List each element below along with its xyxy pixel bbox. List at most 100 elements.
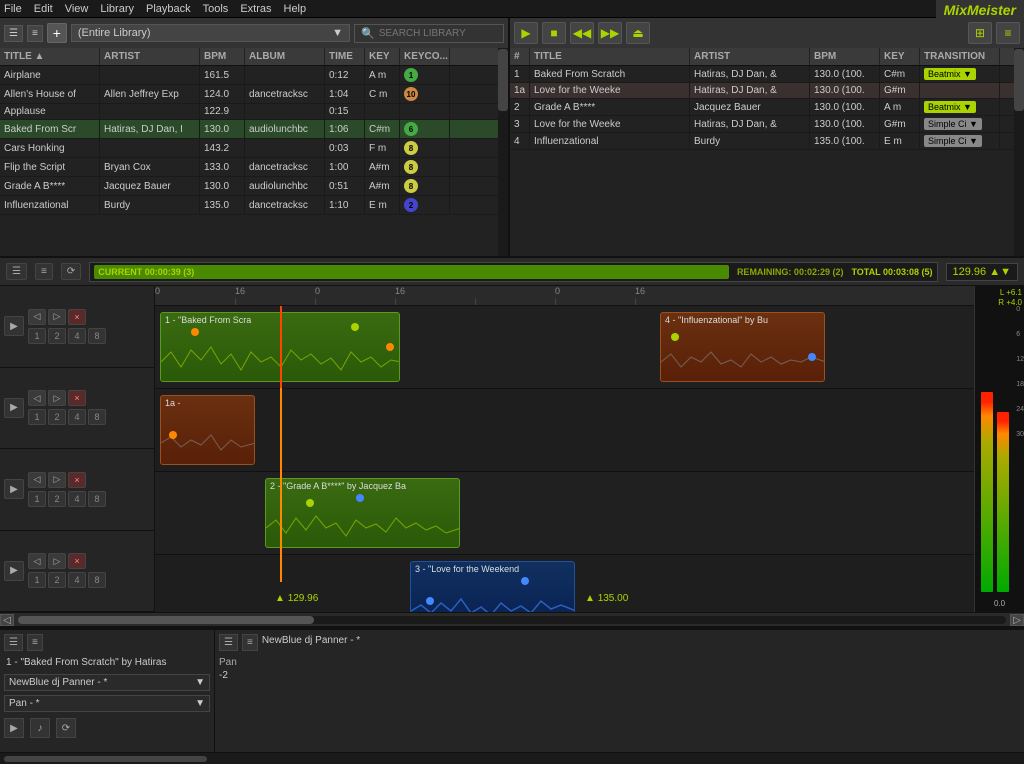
track-icon-1a[interactable]: ▶	[4, 398, 24, 418]
lib-menu-btn[interactable]: ☰	[4, 25, 23, 42]
tc-back-btn-2[interactable]: ◁	[28, 472, 46, 488]
search-input[interactable]	[379, 28, 489, 39]
library-add-button[interactable]: +	[47, 23, 67, 43]
tc-fwd-btn-2[interactable]: ▷	[48, 472, 66, 488]
track-block-influenzational[interactable]: 4 - "Influenzational" by Bu	[660, 312, 825, 382]
tc-close-btn-3[interactable]: ×	[68, 553, 86, 569]
play-button[interactable]: ▶	[514, 22, 538, 44]
curve-point-grade-2[interactable]	[356, 494, 364, 502]
curve-point-love-2[interactable]	[521, 577, 529, 585]
menu-edit[interactable]: Edit	[34, 3, 53, 15]
list-item-flip-the-script[interactable]: Flip the Script Bryan Cox 133.0 dancetra…	[0, 158, 498, 177]
playlist-view-btn[interactable]: ⊞	[968, 22, 992, 44]
tc-num-1a-4[interactable]: 4	[68, 409, 86, 425]
tc-num-2-2[interactable]: 2	[48, 491, 66, 507]
playlist-item[interactable]: 2 Grade A B**** Jacquez Bauer 130.0 (100…	[510, 99, 1014, 116]
loop-mini-btn[interactable]: ⟳	[56, 718, 76, 738]
list-item[interactable]: Grade A B**** Jacquez Bauer 130.0 audiol…	[0, 177, 498, 196]
library-scrollbar[interactable]	[498, 48, 508, 256]
plugin-dropdown-1[interactable]: NewBlue dj Panner - * ▼	[4, 674, 210, 691]
br-list-btn[interactable]: ≡	[242, 634, 258, 651]
library-dropdown[interactable]: (Entire Library) ▼	[71, 24, 350, 42]
curve-point-grade-1[interactable]	[306, 499, 314, 507]
curve-point-3[interactable]	[386, 343, 394, 351]
list-item[interactable]: Applause 122.9 0:15	[0, 104, 498, 120]
tc-close-btn-1a[interactable]: ×	[68, 390, 86, 406]
tc-num-1a-8[interactable]: 8	[88, 409, 106, 425]
tc-num-3-8[interactable]: 8	[88, 572, 106, 588]
tl-scroll-left[interactable]: ◁	[0, 614, 14, 626]
curve-point-2[interactable]	[351, 323, 359, 331]
menu-help[interactable]: Help	[284, 3, 307, 15]
tc-fwd-btn[interactable]: ▷	[48, 309, 66, 325]
menu-library[interactable]: Library	[100, 3, 134, 15]
tc-back-btn-1a[interactable]: ◁	[28, 390, 46, 406]
menu-extras[interactable]: Extras	[240, 3, 271, 15]
tc-back-btn[interactable]: ◁	[28, 309, 46, 325]
list-item[interactable]: Allen's House of Allen Jeffrey Exp 124.0…	[0, 85, 498, 104]
tc-num-3-4[interactable]: 4	[68, 572, 86, 588]
menu-tools[interactable]: Tools	[203, 3, 229, 15]
track-block-grade[interactable]: 2 - "Grade A B****" by Jacquez Ba	[265, 478, 460, 548]
menu-playback[interactable]: Playback	[146, 3, 191, 15]
play-mini-btn[interactable]: ▶	[4, 718, 24, 738]
tl-scroll-right[interactable]: ▷	[1010, 614, 1024, 626]
menu-file[interactable]: File	[4, 3, 22, 15]
track-icon-1[interactable]: ▶	[4, 316, 24, 336]
timeline-scroll-track[interactable]	[18, 616, 1006, 624]
curve-point-1a[interactable]	[169, 431, 177, 439]
tc-back-btn-3[interactable]: ◁	[28, 553, 46, 569]
tc-num-1[interactable]: 1	[28, 328, 46, 344]
track-icon-2[interactable]: ▶	[4, 479, 24, 499]
list-item[interactable]: Baked From Scr Hatiras, DJ Dan, I 130.0 …	[0, 120, 498, 139]
bottom-scroll-track[interactable]	[4, 756, 1020, 762]
track-block-love[interactable]: 3 - "Love for the Weekend	[410, 561, 575, 612]
library-search[interactable]: 🔍	[354, 24, 504, 43]
tl-loop-btn[interactable]: ⟳	[61, 263, 81, 280]
list-item[interactable]: Airplane 161.5 0:12 A m 1	[0, 66, 498, 85]
tc-fwd-btn-1a[interactable]: ▷	[48, 390, 66, 406]
tc-close-btn-2[interactable]: ×	[68, 472, 86, 488]
track-block-baked[interactable]: 1 - "Baked From Scra	[160, 312, 400, 382]
plugin-dropdown-2[interactable]: Pan - * ▼	[4, 695, 210, 712]
tc-num-4[interactable]: 4	[68, 328, 86, 344]
eject-button[interactable]: ⏏	[626, 22, 650, 44]
playlist-scrollbar[interactable]	[1014, 48, 1024, 256]
tc-num-2-1[interactable]: 1	[28, 491, 46, 507]
lib-list-btn[interactable]: ≡	[27, 25, 43, 42]
tc-num-2-8[interactable]: 8	[88, 491, 106, 507]
playlist-item[interactable]: 3 Love for the Weeke Hatiras, DJ Dan, & …	[510, 116, 1014, 133]
tl-list-btn[interactable]: ≡	[35, 263, 53, 280]
menu-view[interactable]: View	[65, 3, 89, 15]
track-icon-3[interactable]: ▶	[4, 561, 24, 581]
tc-num-2-4[interactable]: 4	[68, 491, 86, 507]
br-menu-btn[interactable]: ☰	[219, 634, 238, 651]
bl-menu-btn[interactable]: ☰	[4, 634, 23, 651]
tc-num-8[interactable]: 8	[88, 328, 106, 344]
list-item[interactable]: Cars Honking 143.2 0:03 F m 8	[0, 139, 498, 158]
prev-button[interactable]: ◀◀	[570, 22, 594, 44]
tc-num-2[interactable]: 2	[48, 328, 66, 344]
stop-button[interactable]: ■	[542, 22, 566, 44]
playlist-list-btn[interactable]: ≡	[996, 22, 1020, 44]
curve-point-1[interactable]	[191, 328, 199, 336]
tc-num-3-2[interactable]: 2	[48, 572, 66, 588]
track-block-1a[interactable]: 1a -	[160, 395, 255, 465]
bl-list-btn[interactable]: ≡	[27, 634, 43, 651]
tc-num-3-1[interactable]: 1	[28, 572, 46, 588]
tc-num-1a-2[interactable]: 2	[48, 409, 66, 425]
next-button[interactable]: ▶▶	[598, 22, 622, 44]
tc-num-1a-1[interactable]: 1	[28, 409, 46, 425]
curve-point-love-1[interactable]	[426, 597, 434, 605]
playlist-item[interactable]: 1 Baked From Scratch Hatiras, DJ Dan, & …	[510, 66, 1014, 83]
tc-close-btn[interactable]: ×	[68, 309, 86, 325]
tl-menu-btn[interactable]: ☰	[6, 263, 27, 280]
tc-fwd-btn-3[interactable]: ▷	[48, 553, 66, 569]
curve-point-inf-1[interactable]	[671, 333, 679, 341]
playlist-item[interactable]: 4 Influenzational Burdy 135.0 (100. E m …	[510, 133, 1014, 150]
curve-point-inf-2[interactable]	[808, 353, 816, 361]
playlist-item[interactable]: 1a Love for the Weeke Hatiras, DJ Dan, &…	[510, 83, 1014, 99]
timeline-scrollbar[interactable]: ◁ ▷	[0, 612, 1024, 626]
speaker-btn[interactable]: ♪	[30, 718, 50, 738]
list-item[interactable]: Influenzational Burdy 135.0 dancetracksc…	[0, 196, 498, 215]
